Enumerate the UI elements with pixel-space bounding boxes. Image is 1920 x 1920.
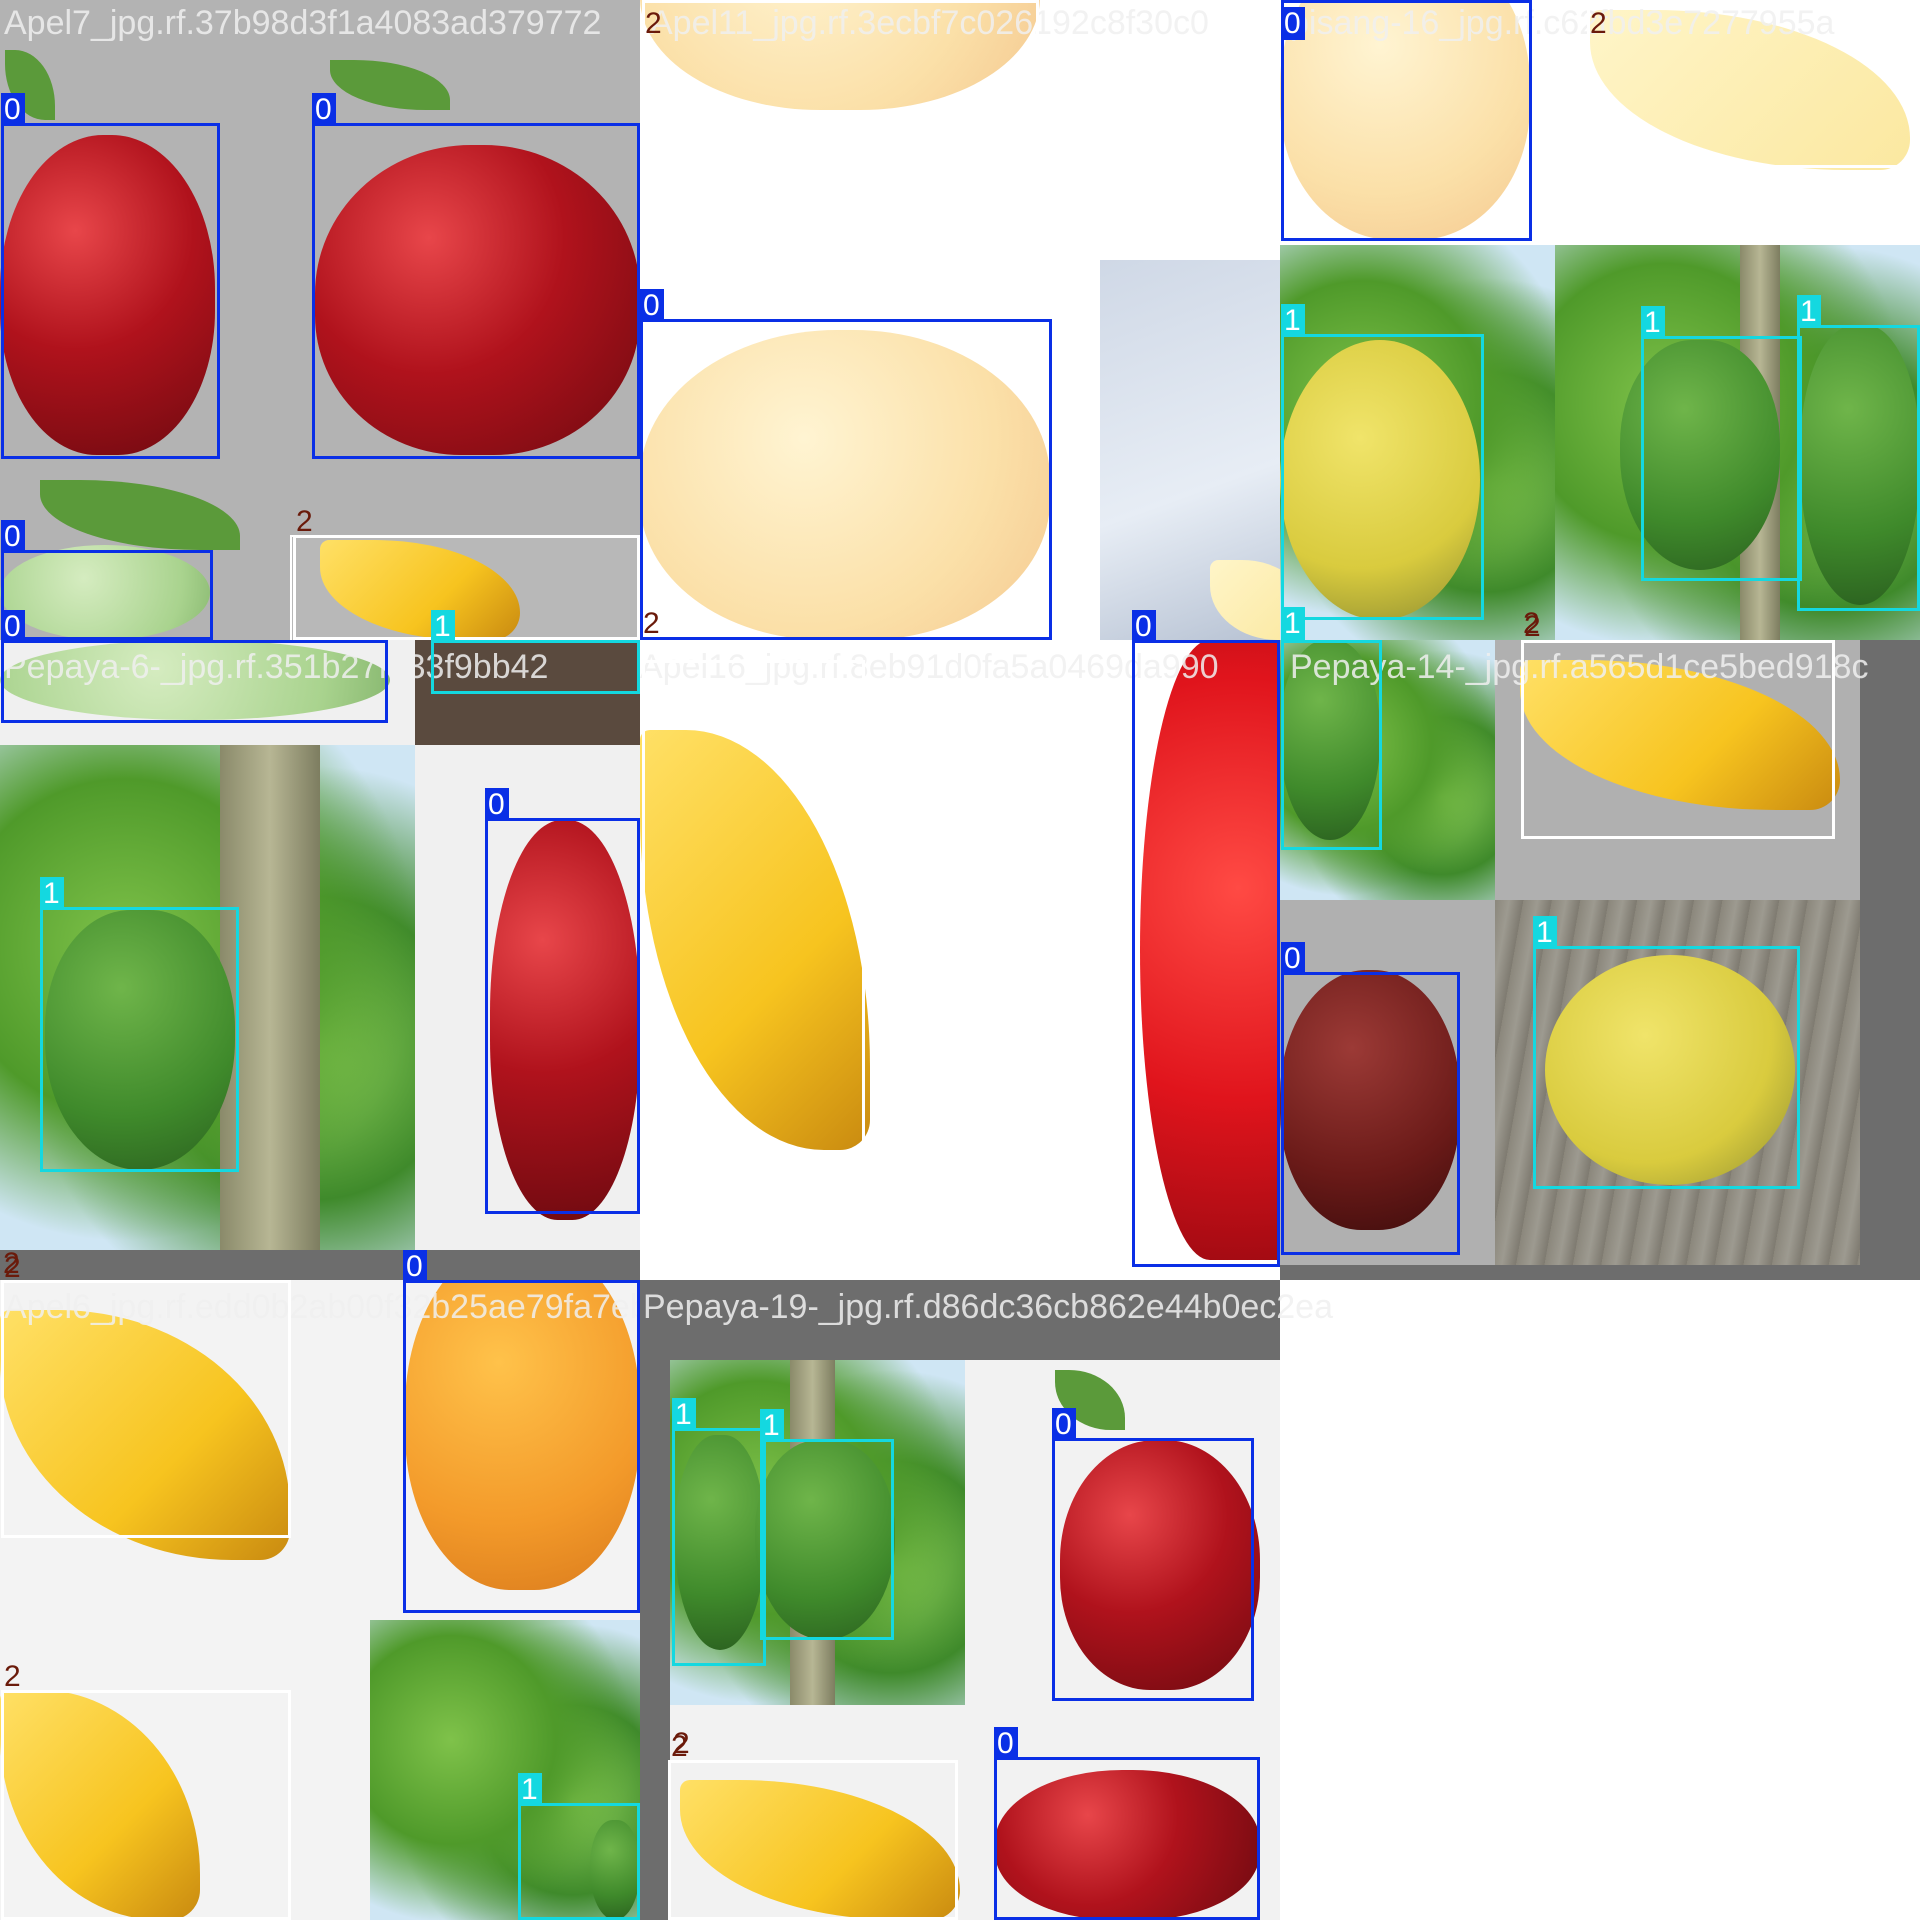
bbox-banana: 2: [1, 1660, 291, 1920]
class-label: 1: [672, 1398, 696, 1431]
class-label: 2: [673, 1727, 690, 1760]
class-label: 0: [1052, 1408, 1076, 1441]
class-label: 1: [1641, 306, 1665, 339]
class-label: 1: [1533, 916, 1557, 949]
bbox-apple: 0: [1, 520, 213, 640]
leaf: [40, 480, 240, 550]
bbox-apple: 0: [1132, 610, 1280, 1267]
bbox-apple: 0: [1, 93, 220, 459]
class-label: 1: [1281, 607, 1305, 640]
bbox-banana: 2: [668, 1730, 958, 1920]
bbox-apple: 0: [1281, 0, 1532, 241]
bbox-apple: 0: [640, 289, 1052, 640]
class-label: 2: [645, 7, 662, 40]
class-label: 2: [1523, 607, 1540, 640]
mosaic-overlay-title: Pepaya-19-_jpg.rf.d86dc36cb862e44b0ec2ea: [643, 1288, 1333, 1326]
bbox-banana: 2: [1, 1251, 291, 1538]
bbox-banana: 2: [293, 505, 640, 640]
class-label: 0: [312, 93, 336, 126]
bbox-papaya: 1: [1281, 304, 1484, 620]
grey-strip: [0, 1250, 640, 1280]
bbox-papaya: 1: [1533, 916, 1800, 1189]
bbox-apple: 0: [1, 610, 388, 723]
class-label: 2: [1590, 7, 1607, 40]
class-label: 1: [760, 1409, 784, 1442]
class-label: 0: [485, 788, 509, 821]
class-label: 0: [1132, 610, 1156, 643]
bbox-apple: 0: [1281, 942, 1460, 1255]
bbox-apple: 0: [485, 788, 640, 1214]
bbox-apple: 0: [403, 1250, 640, 1613]
class-label: 2: [4, 1660, 21, 1693]
bbox-papaya: 1: [672, 1398, 766, 1666]
class-label: 0: [1, 610, 25, 643]
class-label: 2: [3, 1247, 20, 1280]
bbox-apple: 0: [994, 1727, 1260, 1920]
class-label: 0: [403, 1250, 427, 1283]
class-label: 2: [643, 607, 660, 640]
class-label: 0: [1, 520, 25, 553]
bbox-banana: 2: [1587, 0, 1920, 168]
bbox-papaya: 1: [1641, 306, 1802, 581]
bbox-papaya: 1: [518, 1773, 640, 1920]
bbox-papaya: 1: [1281, 610, 1382, 850]
leaf: [330, 60, 450, 110]
class-label: 0: [1281, 7, 1305, 40]
class-label: 2: [296, 505, 313, 538]
bbox-papaya: 1: [431, 610, 640, 694]
class-label: 1: [1797, 295, 1821, 328]
class-label: 1: [1281, 304, 1305, 337]
class-label: 0: [1, 93, 25, 126]
bbox-papaya: 1: [760, 1409, 894, 1640]
bbox-papaya: 1: [1797, 295, 1920, 611]
class-label: 0: [1281, 942, 1305, 975]
class-label: 1: [518, 1773, 542, 1806]
mosaic-title: Apel7_jpg.rf.37b98d3f1a4083ad379772: [4, 4, 602, 42]
class-label: 1: [431, 610, 455, 643]
bbox-apple: 0: [312, 93, 640, 459]
bbox-papaya: 1: [40, 877, 239, 1172]
class-label: 1: [40, 877, 64, 910]
class-label: 0: [640, 289, 664, 322]
bbox-banana: 2: [1521, 610, 1835, 839]
bbox-banana: 2: [642, 0, 1039, 118]
class-label: 0: [994, 1727, 1018, 1760]
bbox-apple: 0: [1052, 1408, 1254, 1701]
bbox-banana: 2: [642, 660, 865, 1163]
